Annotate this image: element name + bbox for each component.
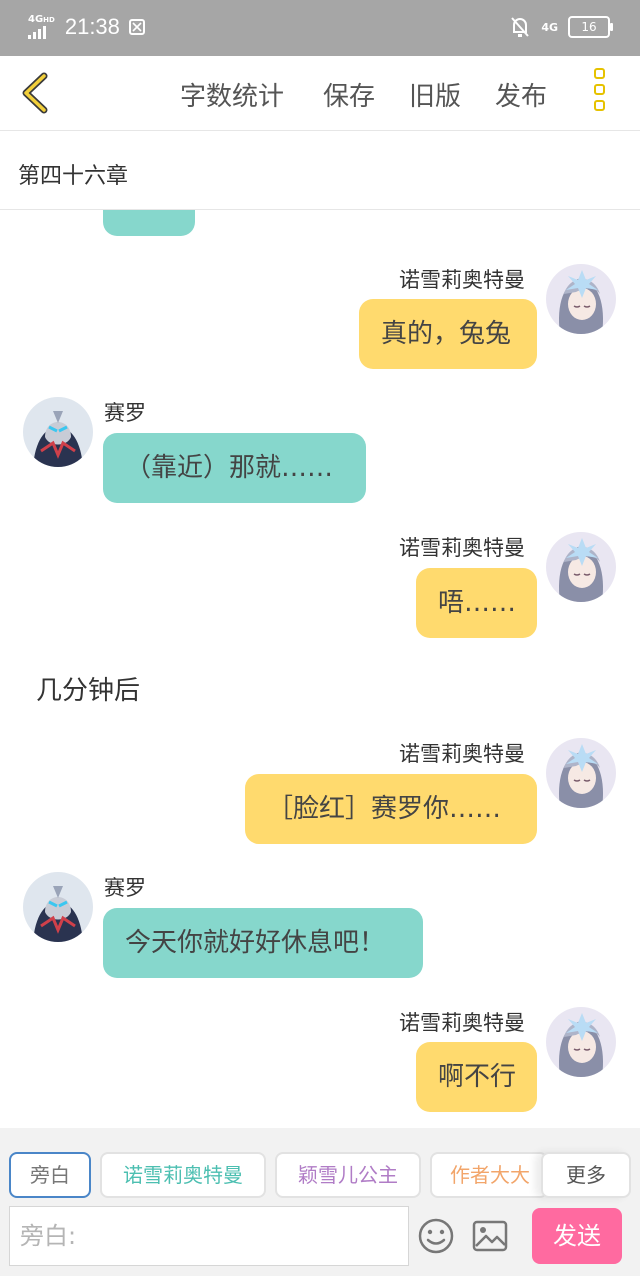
speaker-name: 诺雪莉奥特曼	[399, 742, 525, 766]
old-version-button[interactable]: 旧版	[409, 76, 461, 113]
message-input[interactable]	[18, 1207, 402, 1265]
role-chip-narration[interactable]: 旁白	[9, 1152, 91, 1198]
chat-bubble[interactable]: ［脸红］赛罗你……	[245, 774, 537, 844]
message-text: （靠近）那就……	[125, 453, 334, 483]
back-arrow-icon[interactable]	[14, 68, 62, 118]
chat-bubble[interactable]: （靠近）那就……	[103, 433, 366, 503]
battery-level: 16	[581, 20, 597, 34]
avatar-nuoxueli[interactable]	[546, 264, 616, 334]
battery-icon: 16	[568, 16, 613, 38]
speaker-name: 赛罗	[104, 876, 146, 900]
composer-panel: 旁白 诺雪莉奥特曼 颖雪儿公主 作者大大 更多 发送	[0, 1128, 640, 1276]
chat-area[interactable]: 真的 诺雪莉奥特曼 真的，兔兔	[0, 210, 640, 1128]
status-left: 4GHD 21:38	[28, 14, 146, 40]
image-icon[interactable]	[470, 1216, 510, 1256]
avatar-nuoxueli[interactable]	[546, 532, 616, 602]
chapter-title: 第四十六章	[18, 164, 129, 189]
network-type: 4G	[28, 14, 44, 25]
chat-bubble[interactable]: 唔……	[416, 568, 537, 638]
role-chip-author[interactable]: 作者大大	[430, 1152, 548, 1198]
avatar-zero[interactable]	[23, 872, 93, 942]
more-roles-button[interactable]: 更多	[541, 1152, 631, 1198]
status-bar: 4GHD 21:38 4G 16	[0, 0, 640, 56]
mobile-data-label: 4G	[541, 20, 558, 34]
status-right: 4G 16	[509, 15, 613, 39]
chat-bubble[interactable]: 今天你就好好休息吧！	[103, 908, 423, 978]
chapter-header[interactable]: 第四十六章	[0, 131, 640, 210]
signal-indicator: 4GHD	[28, 15, 55, 39]
message-text: 今天你就好好休息吧！	[125, 928, 386, 958]
avatar-zero[interactable]	[23, 397, 93, 467]
status-time: 21:38	[64, 14, 120, 39]
emoji-icon[interactable]	[416, 1216, 456, 1256]
signal-bars-icon	[28, 25, 55, 39]
save-button[interactable]: 保存	[323, 76, 375, 113]
role-chip-nuoxueli[interactable]: 诺雪莉奥特曼	[100, 1152, 266, 1198]
message-text: 啊不行	[438, 1062, 517, 1092]
speaker-name: 诺雪莉奥特曼	[399, 536, 525, 560]
message-text: 唔……	[438, 588, 517, 618]
more-menu-icon[interactable]	[594, 68, 614, 120]
speaker-name: 赛罗	[104, 401, 146, 425]
speaker-name: 诺雪莉奥特曼	[399, 1011, 525, 1035]
message-input-box[interactable]	[9, 1206, 409, 1266]
speaker-name: 诺雪莉奥特曼	[399, 268, 525, 292]
narration-text[interactable]: 几分钟后	[36, 670, 140, 707]
word-count-button[interactable]: 字数统计	[180, 76, 284, 113]
chat-bubble-partial: 真的	[103, 210, 195, 236]
avatar-nuoxueli[interactable]	[546, 738, 616, 808]
chat-bubble[interactable]: 啊不行	[416, 1042, 537, 1112]
publish-button[interactable]: 发布	[495, 76, 547, 113]
mute-bell-icon	[511, 17, 530, 37]
send-button[interactable]: 发送	[532, 1208, 622, 1264]
role-chip-yingxueer[interactable]: 颖雪儿公主	[275, 1152, 421, 1198]
message-text: ［脸红］赛罗你……	[267, 794, 502, 824]
editor-toolbar: 字数统计 保存 旧版 发布	[0, 56, 640, 131]
network-sup: HD	[43, 16, 55, 24]
message-text: 真的，兔兔	[381, 319, 512, 349]
avatar-nuoxueli[interactable]	[546, 1007, 616, 1077]
screenshot-notification-icon	[128, 19, 145, 35]
chat-bubble[interactable]: 真的，兔兔	[359, 299, 537, 369]
